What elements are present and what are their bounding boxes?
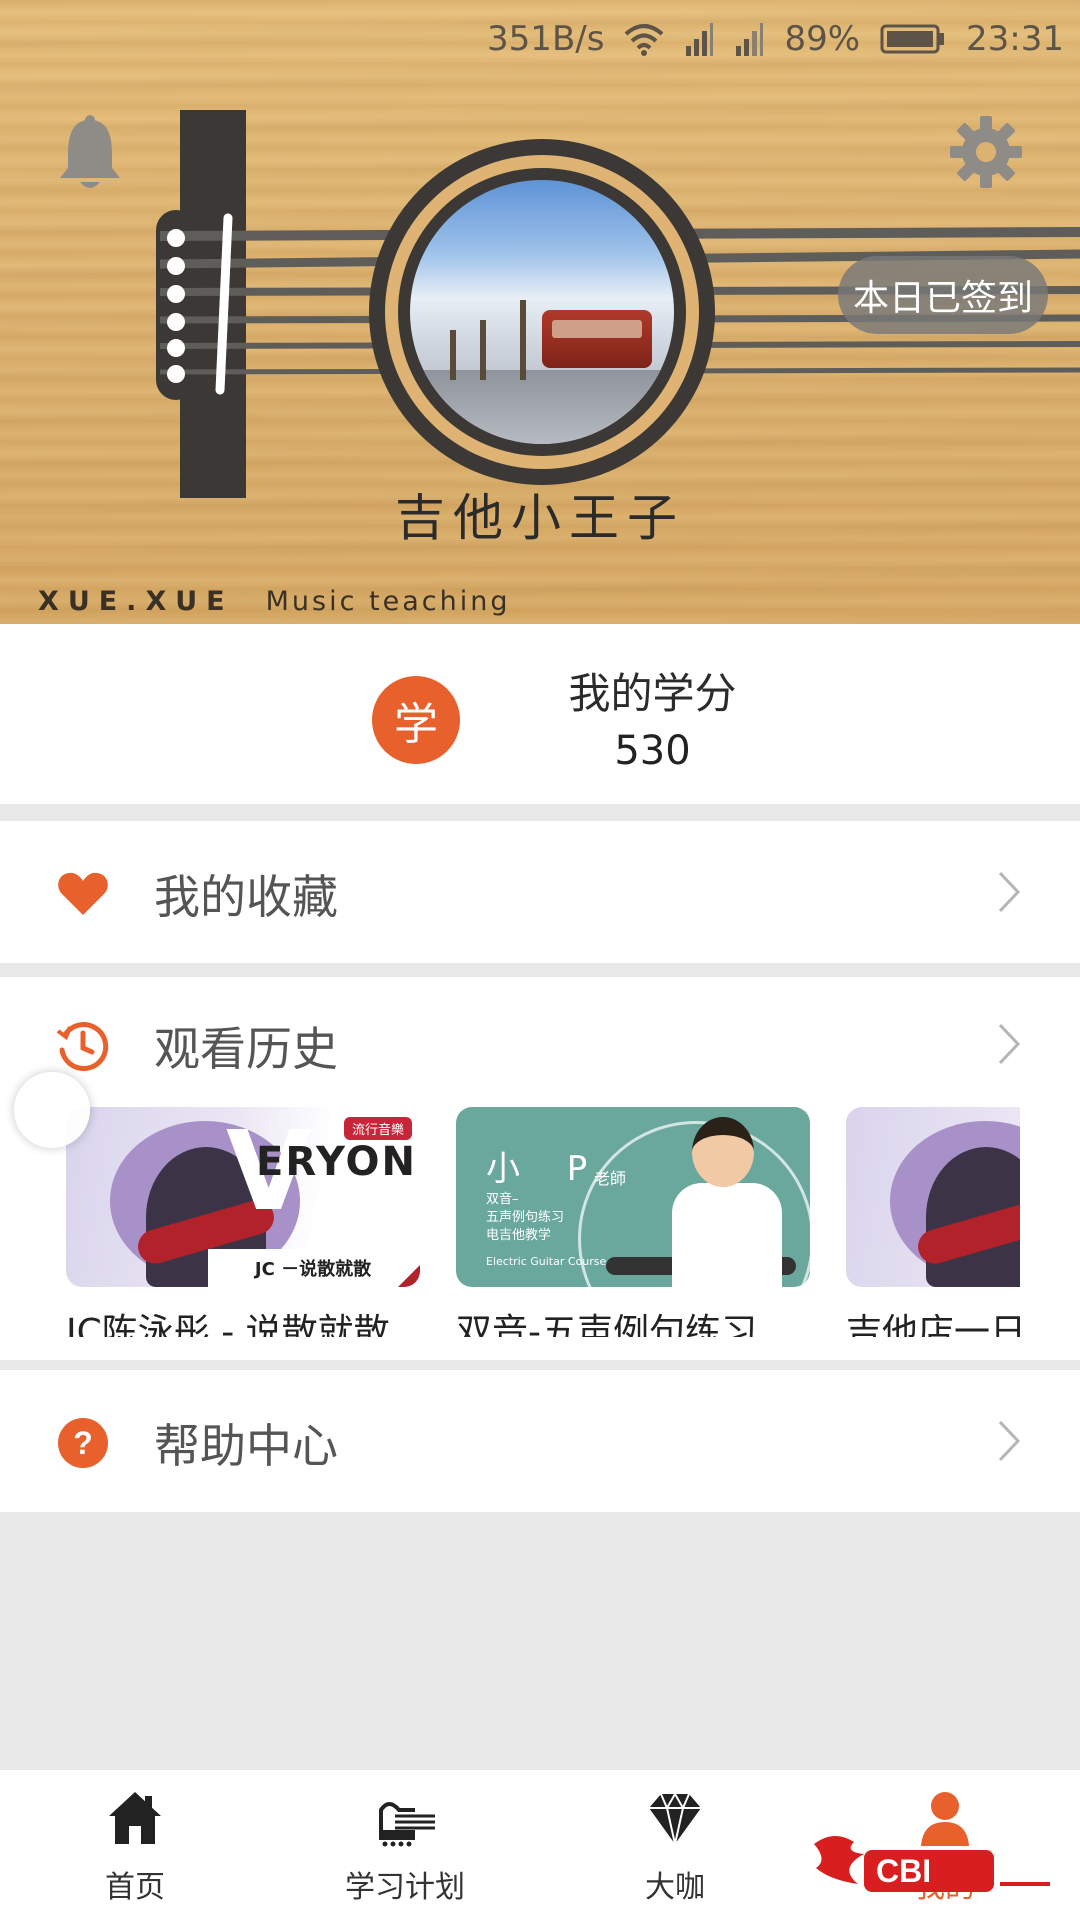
user-avatar[interactable]: [410, 180, 674, 444]
brand-tagline: Music teaching: [265, 586, 511, 617]
tab-label: 首页: [105, 1870, 165, 1905]
gear-icon[interactable]: [948, 114, 1024, 190]
diamond-icon: [645, 1788, 705, 1848]
svg-text:CBI: CBI: [876, 1853, 931, 1889]
video-thumbnail: V ERYON 流行音樂 JC －说散就散: [66, 1107, 420, 1287]
watermark-logo: CBI: [804, 1824, 1060, 1904]
history-card[interactable]: 吉他店一日: [846, 1107, 1020, 1337]
history-title: 双音-五声例句练习: [456, 1312, 757, 1337]
checkin-badge[interactable]: 本日已签到: [838, 256, 1048, 334]
tab-home[interactable]: 首页: [0, 1770, 270, 1920]
video-thumbnail: 小 P 老師 双音– 五声例句练习 电吉他教学 Electric Guitar …: [456, 1107, 810, 1287]
battery-percent: 89%: [784, 19, 861, 59]
battery-icon: [880, 23, 946, 55]
chevron-right-icon: [996, 1418, 1022, 1464]
heart-icon: [56, 867, 110, 921]
favorites-label: 我的收藏: [154, 870, 338, 924]
history-label: 观看历史: [154, 1022, 338, 1076]
credits-panel[interactable]: 学 我的学分 530: [0, 624, 1080, 804]
tab-label: 大咖: [645, 1870, 705, 1905]
status-bar: 351B/s 89% 23:31: [487, 14, 1064, 64]
history-card[interactable]: 小 P 老師 双音– 五声例句练习 电吉他教学 Electric Guitar …: [456, 1107, 810, 1337]
history-section: 观看历史 V ERYON 流行音樂 JC －说散就散 JC陈泳彤 - 说散就散 …: [0, 977, 1080, 1360]
home-icon: [105, 1788, 165, 1848]
history-title: 吉他店一日: [846, 1312, 1020, 1337]
wifi-icon: [624, 22, 664, 56]
brand-name: XUE.XUE: [38, 586, 234, 617]
svg-text:?: ?: [73, 1425, 93, 1461]
credit-label: 我的学分: [568, 669, 737, 718]
favorites-row[interactable]: 我的收藏: [0, 821, 1080, 963]
tab-label: 学习计划: [345, 1870, 465, 1905]
help-label: 帮助中心: [154, 1419, 338, 1473]
history-clock-icon: [56, 1019, 110, 1073]
username: 吉他小王子: [395, 489, 685, 547]
tab-masters[interactable]: 大咖: [540, 1770, 810, 1920]
credit-value: 530: [614, 728, 691, 774]
profile-header: 351B/s 89% 23:31 本日已签到 吉他小王子 XUE.XUE Mus…: [0, 0, 1080, 624]
history-row[interactable]: 观看历史: [0, 977, 1080, 1097]
history-card[interactable]: V ERYON 流行音樂 JC －说散就散 JC陈泳彤 - 说散就散: [66, 1107, 420, 1337]
signal-icon: [684, 22, 714, 56]
help-row[interactable]: ? 帮助中心: [0, 1370, 1080, 1512]
clock: 23:31: [966, 19, 1064, 59]
help-icon: ?: [56, 1416, 110, 1470]
signal-icon: [734, 22, 764, 56]
history-carousel[interactable]: V ERYON 流行音樂 JC －说散就散 JC陈泳彤 - 说散就散 小 P 老…: [66, 1107, 1020, 1337]
video-thumbnail: [846, 1107, 1020, 1287]
chevron-right-icon: [996, 1021, 1022, 1067]
tab-study-plan[interactable]: 学习计划: [270, 1770, 540, 1920]
history-title: JC陈泳彤 - 说散就散: [66, 1312, 390, 1337]
guitar-plan-icon: [375, 1788, 435, 1848]
floating-assistive-button[interactable]: [14, 1072, 90, 1148]
net-speed: 351B/s: [487, 19, 605, 59]
bell-icon[interactable]: [56, 114, 124, 194]
brand-line: XUE.XUE Music teaching: [38, 586, 511, 617]
chevron-right-icon: [996, 869, 1022, 915]
